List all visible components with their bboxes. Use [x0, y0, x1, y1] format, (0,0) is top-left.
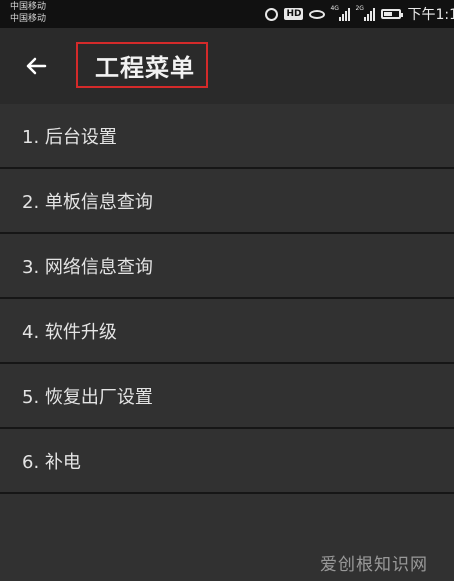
status-icons: HD 4G 2G 下午1:1: [265, 4, 454, 24]
menu-item-label: 5. 恢复出厂设置: [22, 386, 153, 408]
menu-item-label: 4. 软件升级: [22, 321, 117, 343]
menu-item-label: 3. 网络信息查询: [22, 256, 153, 278]
battery-level: [384, 12, 393, 16]
eye-icon: [309, 9, 326, 19]
signal-icon-1: 4G: [330, 5, 351, 21]
menu-item-software-upgrade[interactable]: 4. 软件升级: [0, 299, 454, 362]
menu-item-label: 1. 后台设置: [22, 126, 117, 148]
status-bar: 中国移动 中国移动 HD 4G 2G 下午1:1: [0, 0, 454, 28]
page-title: 工程菜单: [95, 54, 195, 82]
hd-icon: HD: [284, 8, 304, 20]
menu-item-background-settings[interactable]: 1. 后台设置: [0, 104, 454, 167]
back-button[interactable]: [22, 52, 50, 80]
carrier-label-1: 中国移动: [10, 2, 47, 12]
alarm-icon: [265, 7, 279, 21]
menu-item-label: 2. 单板信息查询: [22, 191, 153, 213]
menu-item-network-info[interactable]: 3. 网络信息查询: [0, 234, 454, 297]
signal-icon-2: 2G: [355, 5, 376, 21]
menu-item-board-info[interactable]: 2. 单板信息查询: [0, 169, 454, 232]
carrier-label-2: 中国移动: [10, 14, 47, 24]
menu-item-factory-reset[interactable]: 5. 恢复出厂设置: [0, 364, 454, 427]
clock-time: 下午1:1: [407, 7, 454, 23]
app-bar: 工程菜单: [0, 28, 454, 104]
menu-item-recharge[interactable]: 6. 补电: [0, 429, 454, 492]
back-arrow-icon: [26, 57, 47, 75]
watermark-text: 爱创根知识网: [320, 555, 428, 575]
engineering-menu-list: 1. 后台设置 2. 单板信息查询 3. 网络信息查询 4. 软件升级 5. 恢…: [0, 104, 454, 494]
menu-item-label: 6. 补电: [22, 451, 81, 473]
battery-icon: [381, 9, 404, 19]
